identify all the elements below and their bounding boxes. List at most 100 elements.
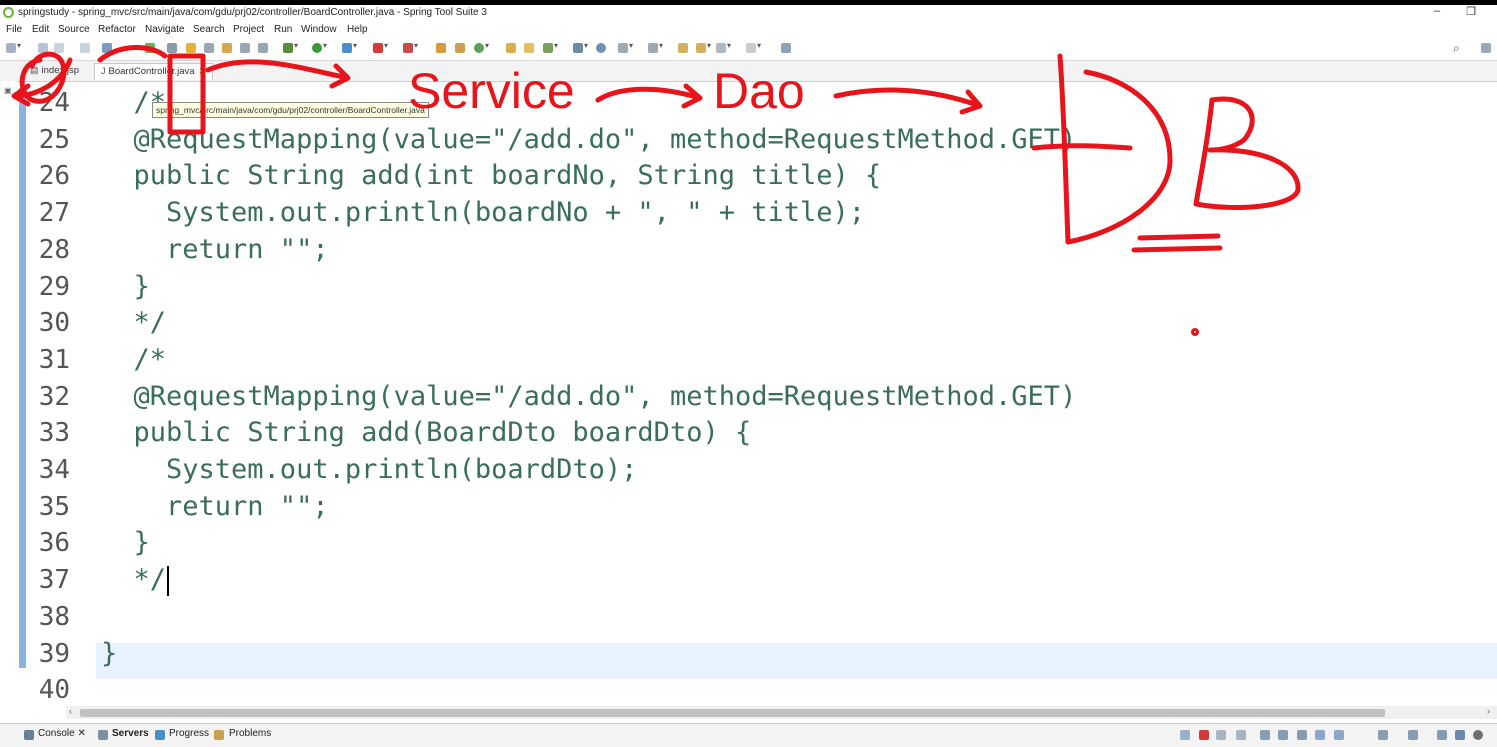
close-icon[interactable]: ✕ — [199, 66, 207, 76]
prev-annotation-icon[interactable] — [648, 41, 663, 53]
menu-navigate[interactable]: Navigate — [145, 24, 184, 35]
code-line[interactable]: 34 System.out.println(boardDto); — [26, 452, 1486, 488]
java-file-icon: J — [101, 66, 106, 76]
code-line[interactable]: 37 */ — [26, 562, 1486, 598]
remove-icon[interactable] — [1216, 730, 1226, 740]
line-number: 35 — [38, 491, 70, 522]
stop-server-icon[interactable] — [1199, 730, 1209, 740]
line-number: 29 — [38, 271, 70, 302]
open-task-icon[interactable] — [524, 43, 534, 53]
menu-file[interactable]: File — [6, 24, 22, 35]
save-icon[interactable] — [38, 43, 48, 53]
code-line[interactable]: 26 public String add(int boardNo, String… — [26, 158, 1486, 194]
open-type-icon[interactable] — [102, 43, 112, 53]
tab-console[interactable]: Console ✕ — [38, 728, 86, 739]
progress-icon — [155, 730, 165, 740]
new-class-icon[interactable] — [455, 43, 465, 53]
new-console-icon[interactable] — [1408, 730, 1418, 740]
horizontal-scrollbar[interactable]: ‹ › — [66, 706, 1497, 719]
code-line[interactable]: 30 */ — [26, 305, 1486, 341]
pin-editor-icon[interactable] — [781, 43, 791, 53]
maximize-view-icon[interactable] — [1455, 730, 1465, 740]
minimize-view-icon[interactable] — [1437, 730, 1447, 740]
mark-occurrences-icon[interactable] — [186, 43, 196, 53]
tab-board-controller[interactable]: J BoardController.java ✕ — [94, 63, 214, 80]
menu-source[interactable]: Source — [58, 24, 90, 35]
restore-button[interactable]: ❐ — [1456, 5, 1486, 21]
debug-icon[interactable] — [283, 41, 298, 53]
run-icon[interactable] — [312, 41, 327, 53]
console-icon — [24, 730, 34, 740]
code-line[interactable]: 36 } — [26, 525, 1486, 561]
tab-progress-label: Progress — [169, 728, 210, 739]
code-text: return ""; — [101, 233, 329, 265]
scroll-lock-icon[interactable] — [1260, 730, 1270, 740]
code-line[interactable]: 40 — [26, 672, 1486, 708]
start-server-icon[interactable] — [1180, 730, 1190, 740]
scroll-left-icon[interactable]: ‹ — [69, 706, 72, 716]
block-select-icon[interactable] — [222, 43, 232, 53]
back-history-icon[interactable] — [696, 41, 711, 53]
tab-problems[interactable]: Problems — [229, 728, 271, 739]
code-line[interactable]: 27 System.out.println(boardNo + ", " + t… — [26, 195, 1486, 231]
next-annotation-icon[interactable] — [618, 41, 633, 53]
tab-index-jsp[interactable]: ▤ index.jsp — [24, 63, 85, 80]
code-line[interactable]: 32 @RequestMapping(value="/add.do", meth… — [26, 379, 1486, 415]
code-line[interactable]: 28 return ""; — [26, 232, 1486, 268]
server-icon[interactable] — [403, 41, 418, 53]
code-text: return ""; — [101, 490, 329, 522]
refresh-icon[interactable] — [145, 43, 155, 53]
code-line[interactable]: 35 return ""; — [26, 489, 1486, 525]
stop-icon[interactable] — [373, 41, 388, 53]
show-whitespace-icon[interactable] — [258, 43, 268, 53]
whitespace-icon[interactable] — [240, 43, 250, 53]
menu-search[interactable]: Search — [193, 24, 225, 35]
code-line[interactable]: 31 /* — [26, 342, 1486, 378]
new-spring-icon[interactable] — [474, 41, 489, 53]
code-line[interactable]: 39} — [26, 636, 1486, 672]
pen-icon[interactable] — [543, 41, 558, 53]
toggle-icon[interactable] — [204, 43, 214, 53]
menu-window[interactable]: Window — [301, 24, 337, 35]
menu-edit[interactable]: Edit — [32, 24, 49, 35]
word-wrap-icon[interactable] — [1278, 730, 1288, 740]
menu-run[interactable]: Run — [274, 24, 292, 35]
external-tools-icon[interactable] — [342, 41, 357, 53]
menu-refactor[interactable]: Refactor — [98, 24, 136, 35]
show-console-icon[interactable] — [1297, 730, 1307, 740]
print-icon[interactable] — [80, 43, 90, 53]
menu-bar: File Edit Source Refactor Navigate Searc… — [0, 22, 1497, 38]
new-icon[interactable] — [6, 41, 21, 53]
link-icon[interactable] — [167, 43, 177, 53]
line-number: 39 — [38, 638, 70, 669]
open-console-icon[interactable] — [1378, 730, 1388, 740]
minimize-button[interactable]: – — [1422, 5, 1452, 21]
close-icon[interactable]: ✕ — [77, 728, 85, 739]
scroll-right-icon[interactable]: › — [1487, 706, 1490, 716]
search-icon[interactable]: ⌕ — [1453, 41, 1460, 56]
menu-help[interactable]: Help — [347, 24, 368, 35]
display-console-icon[interactable] — [1334, 730, 1344, 740]
code-line[interactable]: 38 — [26, 599, 1486, 635]
new-package-icon[interactable] — [436, 43, 446, 53]
forward-icon[interactable] — [746, 41, 761, 53]
remove-all-icon[interactable] — [1236, 730, 1246, 740]
restore-view-icon[interactable]: ▣ — [4, 86, 12, 95]
pin-console-icon[interactable] — [1315, 730, 1325, 740]
open-folder-icon[interactable] — [506, 43, 516, 53]
back-icon[interactable] — [716, 41, 731, 53]
perspective-icon[interactable] — [1481, 43, 1491, 53]
tab-progress[interactable]: Progress — [169, 728, 209, 739]
gear-icon[interactable] — [1473, 730, 1483, 740]
code-editor[interactable]: 24 /* 25 @RequestMapping(value="/add.do",… — [26, 83, 1497, 705]
menu-project[interactable]: Project — [233, 24, 264, 35]
globe-icon[interactable] — [596, 43, 606, 53]
scrollbar-thumb[interactable] — [80, 709, 1385, 717]
code-line[interactable]: 25 @RequestMapping(value="/add.do", meth… — [26, 122, 1486, 158]
save-all-icon[interactable] — [54, 43, 64, 53]
last-edit-icon[interactable] — [678, 43, 688, 53]
annotation-icon[interactable] — [573, 41, 588, 53]
code-line[interactable]: 33 public String add(BoardDto boardDto) … — [26, 415, 1486, 451]
code-line[interactable]: 29 } — [26, 269, 1486, 305]
tab-servers[interactable]: Servers — [112, 728, 149, 739]
